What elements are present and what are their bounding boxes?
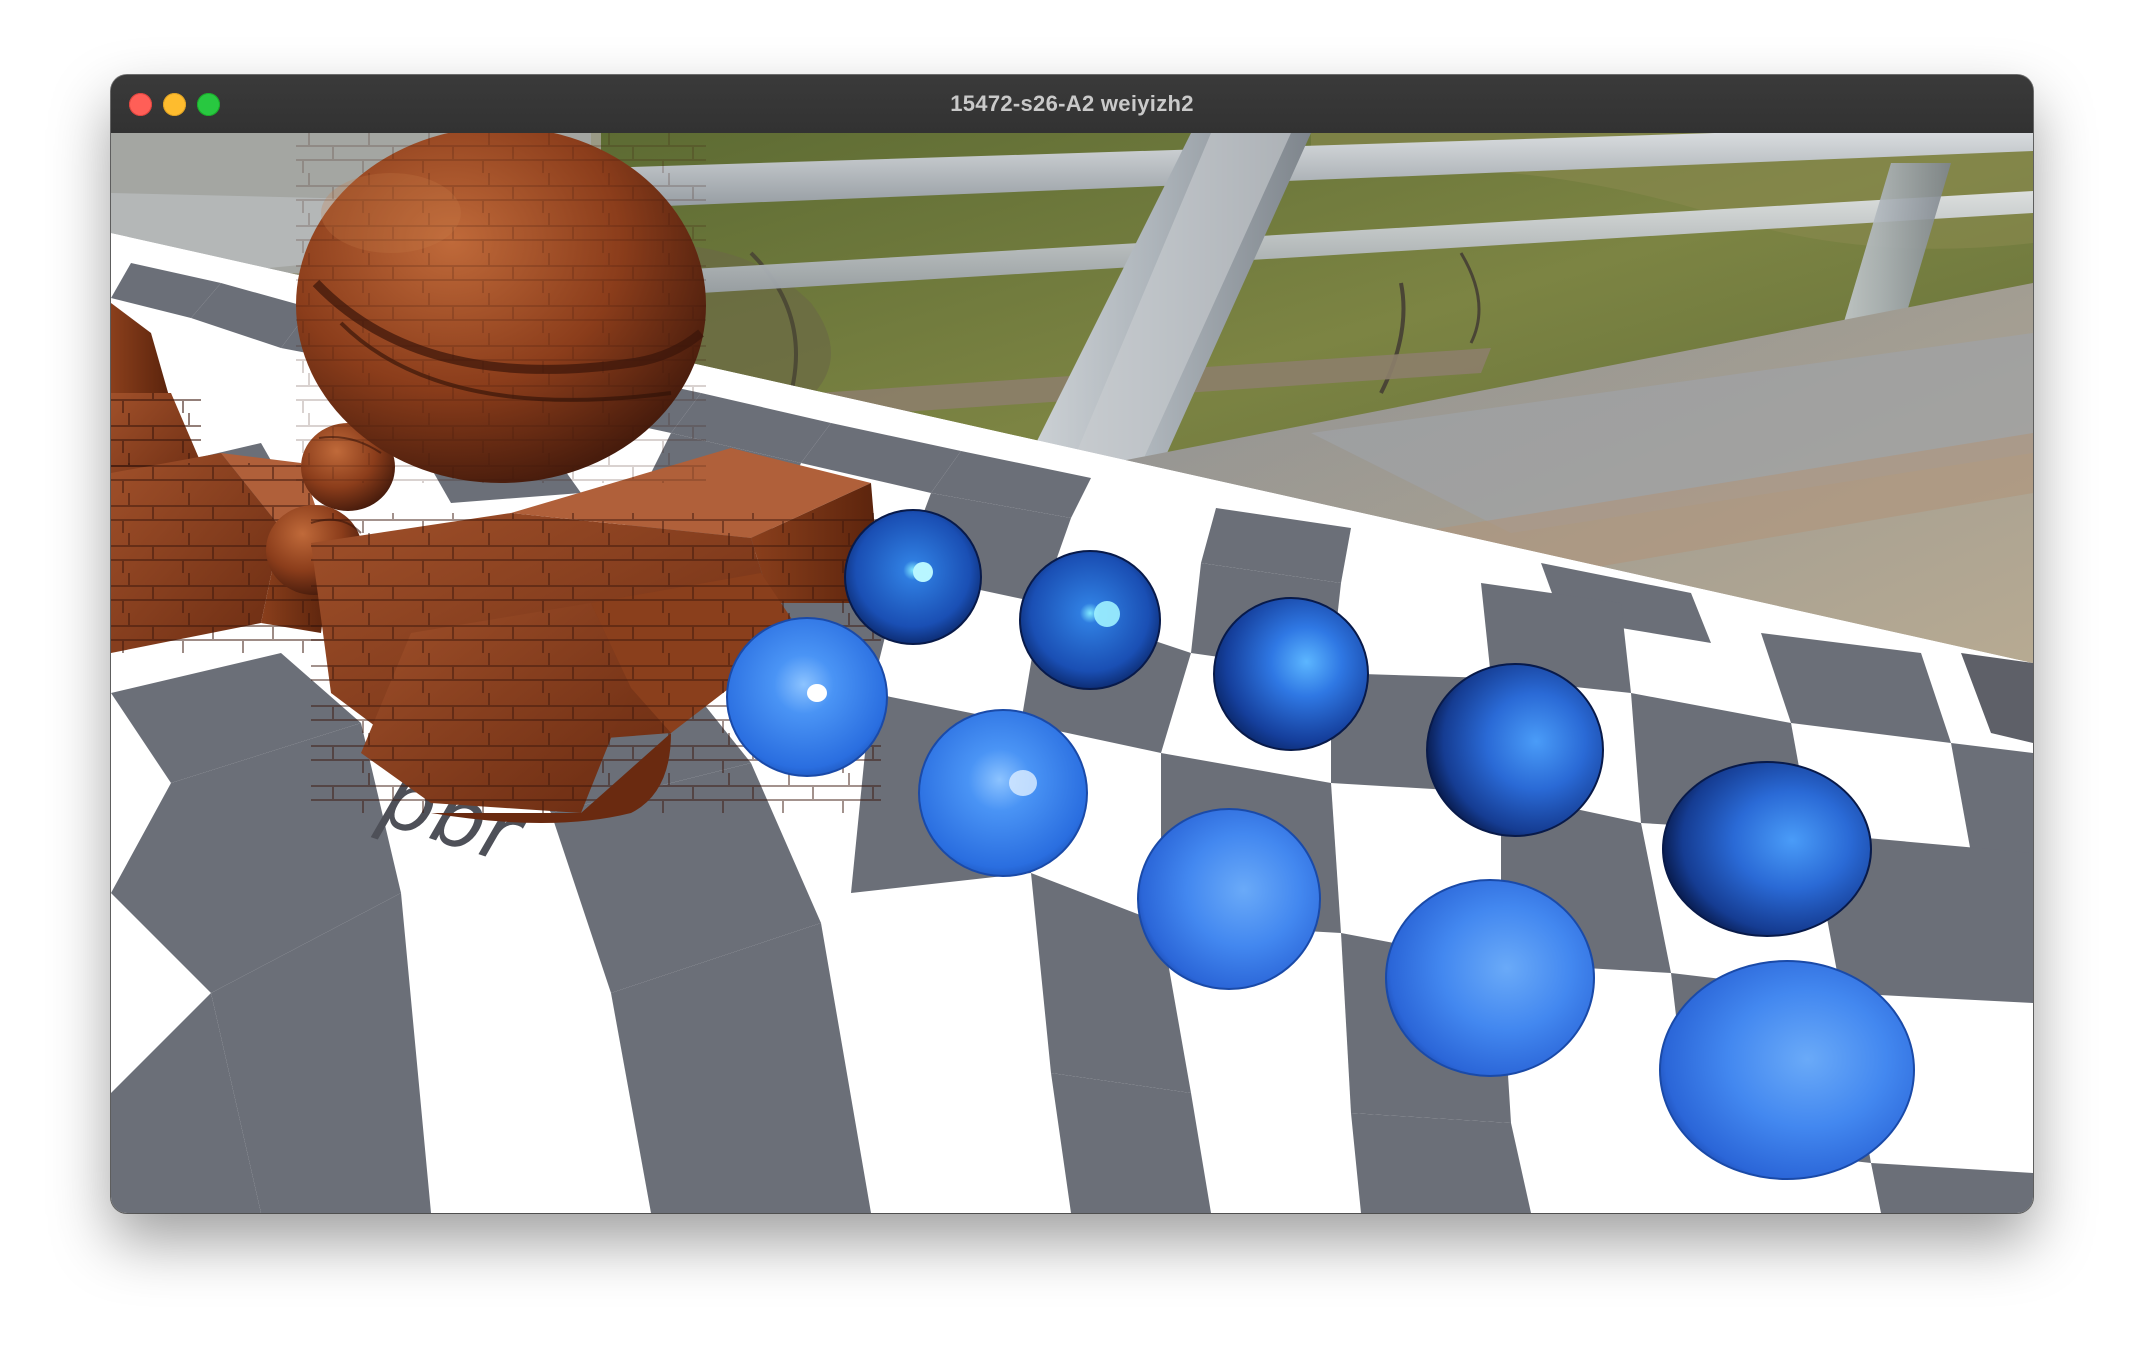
title-bar[interactable]: 15472-s26-A2 weiyizh2 [111, 75, 2033, 134]
app-window: 15472-s26-A2 weiyizh2 [111, 75, 2033, 1213]
render-viewport[interactable]: pbr [111, 133, 2033, 1213]
window-title: 15472-s26-A2 weiyizh2 [950, 91, 1194, 116]
